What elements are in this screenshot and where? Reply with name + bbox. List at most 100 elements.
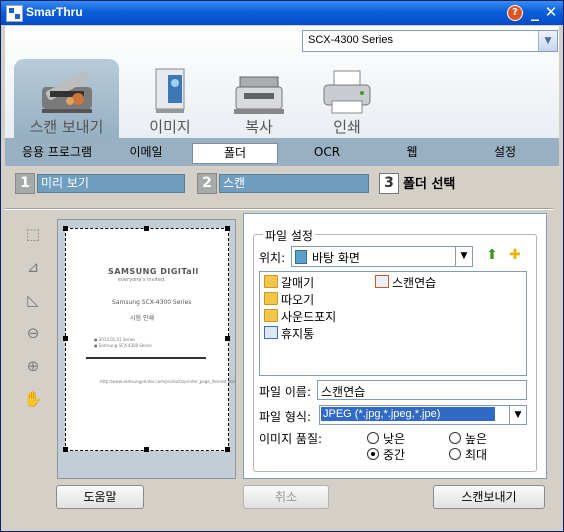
window-title: SmarThru xyxy=(26,5,83,19)
hand-pan-icon[interactable]: ✋ xyxy=(21,388,45,410)
list-item-label: 사운드포지 xyxy=(281,310,337,324)
printer-icon xyxy=(323,70,371,114)
filename-input[interactable]: 스캔연습 xyxy=(317,380,527,400)
step-folder-select[interactable]: 3 폴더 선택 xyxy=(375,170,555,196)
scanner-icon xyxy=(41,71,92,113)
step-scan[interactable]: 2 스캔 xyxy=(193,170,373,196)
cancel-button[interactable]: 취소 xyxy=(243,485,329,509)
tab-image[interactable]: 이미지 xyxy=(130,59,210,138)
chevron-down-icon[interactable]: ▼ xyxy=(455,247,472,266)
preview-bullet2: ● Samsung SCX-4300 Series xyxy=(94,343,152,348)
preview-brand: SAMSUNG DIGITall xyxy=(108,267,199,276)
step-number: 3 xyxy=(379,173,399,194)
flip-horizontal-icon[interactable]: ⊿ xyxy=(21,256,45,278)
minimize-button[interactable]: _ xyxy=(528,3,542,21)
title-bar[interactable]: SmarThru ? _ ✕ xyxy=(1,1,563,25)
crop-handle[interactable] xyxy=(144,226,149,231)
subtab-web[interactable]: 웹 xyxy=(387,143,437,162)
crop-handle[interactable] xyxy=(63,226,68,231)
location-value: 바탕 화면 xyxy=(312,251,360,265)
folder-up-icon[interactable]: ⬆ xyxy=(483,247,501,264)
filename-value: 스캔연습 xyxy=(321,385,366,399)
list-item[interactable]: 갈매기 xyxy=(264,275,314,291)
location-select[interactable]: 바탕 화면 ▼ xyxy=(291,246,473,267)
file-list[interactable]: 갈매기 스캔연습 따오기 사운드포지 휴지통 xyxy=(259,271,527,376)
preview-tagline: everyone's invited. xyxy=(118,277,166,283)
subtab-folder[interactable]: 폴더 xyxy=(192,143,278,164)
subtab-settings[interactable]: 설정 xyxy=(475,143,535,162)
smarthru-window: SmarThru ? _ ✕ SCX-4300 Series ▼ 스캔 보내기 xyxy=(0,0,564,532)
tab-print[interactable]: 인쇄 xyxy=(307,59,387,138)
tab-scan-send[interactable]: 스캔 보내기 xyxy=(14,59,119,138)
device-select-value: SCX-4300 Series xyxy=(308,34,393,46)
folder-icon xyxy=(264,292,278,305)
list-item-label: 따오기 xyxy=(281,293,315,307)
crop-handle[interactable] xyxy=(225,336,230,341)
subtab-ocr[interactable]: OCR xyxy=(298,143,356,162)
sub-tab-bar: 응용 프로그램 이메일 폴더 OCR 웹 설정 xyxy=(5,138,559,166)
crop-handle[interactable] xyxy=(225,226,230,231)
step-preview[interactable]: 1 미리 보기 xyxy=(11,170,189,196)
preview-url: http://www.samsungprinter.com/products/p… xyxy=(100,379,236,384)
tab-label: 스캔 보내기 xyxy=(29,118,104,136)
quality-low-radio[interactable]: 낮은 xyxy=(367,431,405,447)
tab-copy[interactable]: 복사 xyxy=(219,59,299,138)
tab-label: 이미지 xyxy=(149,118,191,136)
chevron-down-icon[interactable]: ▼ xyxy=(538,31,557,51)
tab-label: 인쇄 xyxy=(333,118,361,136)
filename-label: 파일 이름: xyxy=(259,385,312,399)
app-icon xyxy=(6,5,23,22)
radio-indicator xyxy=(367,448,379,460)
radio-label: 중간 xyxy=(383,448,406,462)
quality-high-radio[interactable]: 높은 xyxy=(449,431,487,447)
chevron-down-icon[interactable]: ▼ xyxy=(509,406,526,424)
list-item-label: 스캔연습 xyxy=(392,276,437,290)
step-number: 1 xyxy=(15,173,35,194)
flip-vertical-icon[interactable]: ◺ xyxy=(21,289,45,311)
folder-icon xyxy=(264,275,278,288)
close-button[interactable]: ✕ xyxy=(544,3,558,21)
device-select[interactable]: SCX-4300 Series ▼ xyxy=(302,30,558,52)
copier-icon xyxy=(234,76,284,114)
quality-max-radio[interactable]: 최대 xyxy=(449,447,487,463)
list-item[interactable]: 따오기 xyxy=(264,292,314,308)
new-folder-icon[interactable]: ✚ xyxy=(506,247,524,264)
format-label: 파일 형식: xyxy=(259,410,312,424)
help-button[interactable]: 도움말 xyxy=(56,485,144,509)
list-item[interactable]: 스캔연습 xyxy=(375,275,436,291)
radio-label: 최대 xyxy=(465,448,488,462)
step-bar: 1 미리 보기 2 스캔 3 폴더 선택 xyxy=(5,166,559,200)
subtab-application[interactable]: 응용 프로그램 xyxy=(17,143,97,162)
step-number: 2 xyxy=(197,173,217,194)
step-label: 스캔 xyxy=(219,174,369,193)
list-item-label: 갈매기 xyxy=(281,276,315,290)
zoom-out-icon[interactable]: ⊖ xyxy=(21,322,45,344)
crop-handle[interactable] xyxy=(225,447,230,452)
help-icon[interactable]: ? xyxy=(507,5,523,21)
list-item[interactable]: 사운드포지 xyxy=(264,309,336,325)
recycle-bin-icon xyxy=(264,326,278,339)
scan-send-button[interactable]: 스캔보내기 xyxy=(433,485,545,509)
subtab-email[interactable]: 이메일 xyxy=(115,143,177,162)
zoom-in-icon[interactable]: ⊕ xyxy=(21,355,45,377)
radio-label: 낮은 xyxy=(383,432,406,446)
crop-handle[interactable] xyxy=(144,447,149,452)
tab-label: 복사 xyxy=(245,118,273,136)
crop-handle[interactable] xyxy=(63,447,68,452)
format-value: JPEG (*.jpg,*.jpeg,*.jpe) xyxy=(321,407,495,421)
main-toolbar: SCX-4300 Series ▼ 스캔 보내기 이미지 복사 인쇄 xyxy=(5,26,559,138)
file-settings-legend: 파일 설정 xyxy=(263,227,315,244)
radio-indicator xyxy=(449,448,461,460)
format-select[interactable]: JPEG (*.jpg,*.jpeg,*.jpe) ▼ xyxy=(319,405,527,425)
step-label: 폴더 선택 xyxy=(403,177,456,192)
radio-indicator xyxy=(449,432,461,444)
list-item[interactable]: 휴지통 xyxy=(264,326,314,342)
folder-icon xyxy=(264,309,278,322)
crop-handle[interactable] xyxy=(63,336,68,341)
quality-medium-radio[interactable]: 중간 xyxy=(367,447,405,463)
select-area-icon[interactable]: ⬚ xyxy=(21,223,45,245)
radio-label: 높은 xyxy=(465,432,488,446)
preview-page[interactable]: SAMSUNG DIGITall everyone's invited. Sam… xyxy=(65,228,236,451)
preview-rule xyxy=(86,357,206,359)
preview-bullet1: ● 2013.01.01 Series xyxy=(94,337,136,342)
